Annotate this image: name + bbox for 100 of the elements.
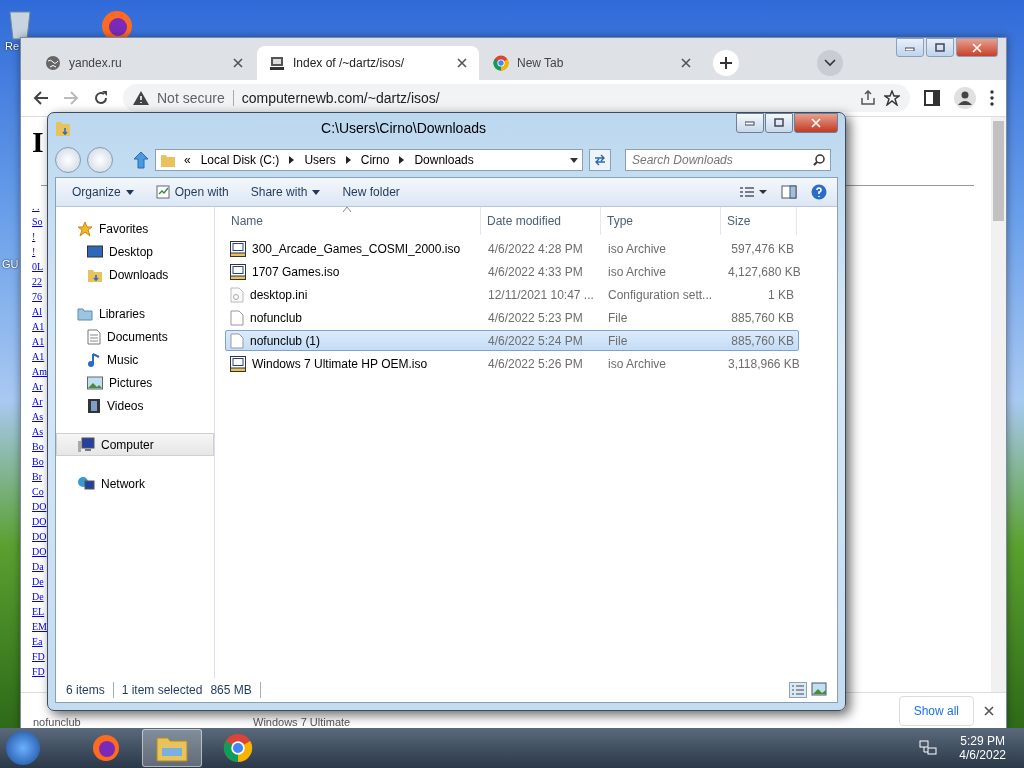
nav-item[interactable]: Desktop (56, 240, 214, 263)
file-link[interactable]: DO (32, 529, 47, 544)
file-link[interactable]: 22 (32, 274, 42, 289)
file-link[interactable]: Bo (32, 454, 44, 469)
nav-item[interactable]: Downloads (56, 263, 214, 286)
nav-item[interactable]: Pictures (56, 371, 214, 394)
file-link[interactable]: . . (32, 199, 40, 214)
file-row[interactable]: Windows 7 Ultimate HP OEM.iso 4/6/2022 5:26 PM iso Archive 3,118,966 KB (225, 353, 799, 374)
breadcrumb-item[interactable]: Local Disk (C:) (198, 153, 282, 167)
close-icon[interactable] (233, 58, 243, 68)
clock[interactable]: 5:29 PM 4/6/2022 (959, 734, 1006, 762)
network-status-icon[interactable] (919, 740, 938, 756)
file-link[interactable]: 0L (32, 259, 44, 274)
back-button[interactable] (55, 147, 81, 173)
browser-tab[interactable]: yandex.ru (33, 46, 255, 80)
file-link[interactable]: FD (32, 664, 45, 679)
close-icon[interactable] (681, 58, 691, 68)
tab-search-button[interactable] (817, 50, 843, 76)
minimize-button[interactable] (736, 113, 764, 133)
chevron-icon[interactable] (289, 156, 295, 164)
file-link[interactable]: De (32, 589, 44, 604)
help-icon[interactable] (811, 184, 827, 200)
address-bar[interactable]: Not secure computernewb.com/~dartz/isos/ (123, 84, 910, 112)
close-button[interactable] (794, 113, 838, 133)
overflow-chevron[interactable]: « (184, 153, 191, 167)
file-link[interactable]: As (32, 424, 44, 439)
file-link[interactable]: Da (32, 559, 44, 574)
refresh-button[interactable] (589, 149, 611, 171)
file-link[interactable]: DO (32, 514, 47, 529)
share-icon[interactable] (860, 90, 876, 106)
reload-icon[interactable] (93, 90, 109, 106)
nav-item[interactable]: Videos (56, 394, 214, 417)
nav-item[interactable]: Documents (56, 325, 214, 348)
close-icon[interactable] (457, 58, 467, 68)
file-link[interactable]: De (32, 574, 44, 589)
file-link[interactable]: As (32, 409, 44, 424)
maximize-button[interactable] (926, 38, 954, 57)
file-row[interactable]: 1707 Games.iso 4/6/2022 4:33 PM iso Archive 4,127,680 KB (225, 261, 799, 282)
preview-pane-icon[interactable] (781, 185, 797, 199)
file-link[interactable]: Al (32, 304, 42, 319)
file-link[interactable]: Ea (32, 634, 43, 649)
file-link[interactable]: Ar (32, 394, 43, 409)
address-bar[interactable]: « Local Disk (C:) Users Cirno Downloads (155, 149, 583, 171)
file-link[interactable]: 76 (32, 289, 42, 304)
toolbar-button[interactable]: New folder (336, 182, 406, 202)
file-row[interactable]: nofunclub (1) 4/6/2022 5:24 PM File 885,760 KB (225, 330, 799, 351)
profile-avatar-icon[interactable] (954, 87, 976, 109)
nav-item[interactable]: Favorites (56, 217, 214, 240)
browser-tab[interactable]: Index of /~dartz/isos/ (257, 46, 479, 80)
toolbar-button[interactable]: Open with (149, 182, 235, 202)
close-button[interactable] (956, 38, 998, 57)
minimize-button[interactable] (896, 38, 924, 57)
breadcrumb-item[interactable]: Users (302, 153, 338, 167)
forward-button[interactable] (87, 147, 113, 173)
thumbnail-view-icon[interactable] (811, 682, 827, 696)
side-panel-icon[interactable] (924, 90, 940, 106)
breadcrumb-item[interactable]: Cirno (358, 153, 392, 167)
download-item[interactable]: nofunclub (33, 716, 243, 728)
toolbar-button[interactable]: Share with (244, 182, 327, 202)
file-link[interactable]: DO (32, 544, 47, 559)
nav-item[interactable]: Computer (56, 433, 214, 456)
file-link[interactable]: So (32, 214, 43, 229)
dropdown-caret-icon[interactable] (570, 157, 578, 163)
file-row[interactable]: desktop.ini 12/11/2021 10:47 ... Configuration sett... 1 KB (225, 284, 799, 305)
file-link[interactable]: A1 (32, 334, 45, 349)
file-link[interactable]: DO (32, 499, 47, 514)
file-link[interactable]: Bo (32, 439, 44, 454)
new-tab-button[interactable] (713, 50, 739, 76)
star-icon[interactable] (884, 90, 900, 106)
up-arrow-icon[interactable] (133, 151, 149, 169)
nav-item[interactable]: Music (56, 348, 214, 371)
chevron-icon[interactable] (399, 156, 405, 164)
download-item[interactable]: Windows 7 Ultimate (253, 716, 463, 728)
toolbar-button[interactable]: Organize (66, 182, 140, 202)
file-link[interactable]: ! (32, 229, 36, 244)
file-link[interactable]: A1 (32, 319, 45, 334)
column-header[interactable]: Name (225, 207, 481, 235)
desktop-icon-label[interactable]: Re (5, 40, 20, 52)
menu-icon[interactable] (990, 90, 994, 106)
column-header[interactable]: Date modified (481, 207, 601, 235)
file-link[interactable]: A1 (32, 349, 45, 364)
maximize-button[interactable] (765, 113, 793, 133)
column-header[interactable]: Type (601, 207, 721, 235)
back-arrow-icon[interactable] (33, 90, 49, 106)
file-link[interactable]: Am (32, 364, 47, 379)
chevron-icon[interactable] (345, 156, 351, 164)
file-row[interactable]: nofunclub 4/6/2022 5:23 PM File 885,760 KB (225, 307, 799, 328)
nav-item[interactable]: Network (56, 472, 214, 495)
breadcrumb-item[interactable]: Downloads (412, 153, 476, 167)
file-link[interactable]: ! (32, 244, 36, 259)
browser-tab[interactable]: New Tab (481, 46, 703, 80)
show-all-button[interactable]: Show all (898, 696, 974, 726)
file-link[interactable]: EM (32, 619, 47, 634)
file-link[interactable]: Co (32, 484, 44, 499)
column-header[interactable]: Size (721, 207, 797, 235)
close-icon[interactable] (984, 706, 994, 716)
search-field[interactable]: Search Downloads (625, 149, 831, 171)
file-link[interactable]: FD (32, 649, 45, 664)
start-button[interactable] (6, 731, 40, 765)
nav-item[interactable]: Libraries (56, 302, 214, 325)
